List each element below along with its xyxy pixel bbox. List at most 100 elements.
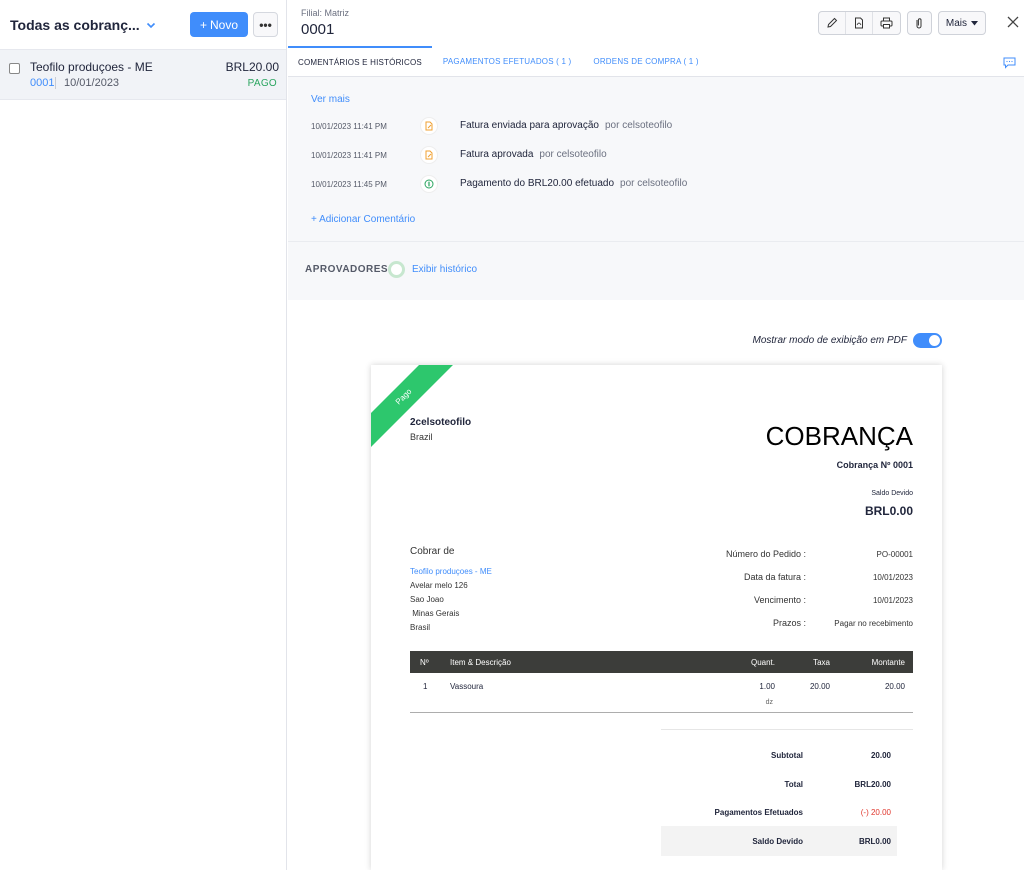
- item-number: 1: [423, 682, 428, 691]
- printer-icon: [880, 17, 893, 29]
- close-button[interactable]: [1004, 13, 1022, 31]
- total-value: BRL20.00: [854, 780, 891, 789]
- column-header: Montante: [871, 658, 905, 667]
- approvers-label: APROVADORES:: [305, 264, 392, 275]
- approvers-section: APROVADORES: Exibir histórico: [288, 242, 1024, 300]
- app-root: Todas as cobranç... + Novo ••• Teofilo p…: [0, 0, 1024, 870]
- more-options-button[interactable]: •••: [253, 12, 278, 37]
- balance-due-value: BRL0.00: [864, 504, 913, 518]
- ellipsis-icon: •••: [259, 17, 272, 32]
- balance-due-total-label: Saldo Devido: [752, 837, 803, 846]
- plus-icon: +: [199, 17, 207, 32]
- bill-to-label: Cobrar de: [410, 546, 455, 557]
- detail-toolbar: Mais: [817, 11, 986, 35]
- item-rate: 20.00: [809, 682, 830, 691]
- totals-divider: [661, 729, 913, 730]
- address-line: Minas Gerais: [410, 609, 460, 618]
- attachment-button[interactable]: [906, 11, 932, 35]
- add-comment-link[interactable]: + Adicionar Comentário: [311, 214, 415, 225]
- comments-history-section: Ver mais 10/01/2023 11:41 PM Fatura envi…: [288, 77, 1024, 242]
- tab-purchase-orders[interactable]: ORDENS DE COMPRA ( 1 ): [582, 46, 709, 76]
- order-number-label: Número do Pedido :: [725, 549, 806, 559]
- close-icon: [1007, 16, 1019, 28]
- history-text: Fatura aprovada por celsoteofilo: [460, 149, 607, 160]
- organization-country: Brazil: [410, 432, 433, 442]
- pdf-mode-switch[interactable]: [913, 333, 942, 348]
- item-unit: dz: [765, 699, 773, 706]
- history-timestamp: 10/01/2023 11:41 PM: [311, 151, 387, 160]
- invoice-amount: BRL20.00: [225, 60, 279, 74]
- history-author: por celsoteofilo: [604, 120, 673, 131]
- row-checkbox[interactable]: [9, 63, 20, 74]
- history-text: Fatura enviada para aprovação por celsote…: [460, 120, 672, 131]
- subtotal-label: Subtotal: [771, 751, 803, 760]
- history-author: por celsoteofilo: [539, 149, 607, 160]
- invoice-date-value: 10/01/2023: [872, 573, 913, 582]
- edit-button[interactable]: [819, 12, 846, 34]
- paperclip-icon: [916, 18, 922, 29]
- item-quantity: 1.00: [759, 682, 775, 691]
- new-invoice-button[interactable]: + Novo: [189, 12, 248, 37]
- terms-value: Pagar no recebimento: [834, 619, 913, 628]
- address-line: Avelar melo 126: [410, 581, 468, 590]
- order-number-value: PO-00001: [876, 550, 913, 559]
- payments-made-value: (-) 20.00: [860, 808, 891, 817]
- due-date-label: Vencimento :: [753, 595, 806, 605]
- view-title: Todas as cobranç...: [10, 16, 140, 33]
- invoice-document: Pago 2celsoteofilo Brazil COBRANÇA Cobra…: [371, 365, 942, 870]
- history-action: Fatura enviada para aprovação: [460, 120, 599, 131]
- pdf-button[interactable]: [846, 12, 873, 34]
- more-menu-label: Mais: [945, 17, 967, 29]
- detail-tabs: COMENTÁRIOS E HISTÓRICOS PAGAMENTOS EFET…: [288, 46, 1024, 77]
- history-timestamp: 10/01/2023 11:41 PM: [311, 122, 387, 131]
- document-number: Cobrança Nº 0001: [836, 460, 913, 470]
- invoice-list-panel: Todas as cobranç... + Novo ••• Teofilo p…: [0, 0, 287, 870]
- comment-panel-toggle[interactable]: [1003, 56, 1016, 69]
- item-amount: 20.00: [884, 682, 905, 691]
- document-title: COBRANÇA: [765, 421, 913, 451]
- history-text: Pagamento do BRL20.00 efetuado por celsot…: [460, 178, 687, 189]
- payments-made-label: Pagamentos Efetuados: [714, 808, 803, 817]
- invoice-date: 10/01/2023: [64, 77, 120, 89]
- history-entry: 10/01/2023 11:41 PM Fatura enviada para …: [311, 117, 811, 137]
- pdf-view-toggle: Mostrar modo de exibição em PDF: [752, 333, 942, 348]
- document-edit-icon: [420, 117, 438, 135]
- page-title: 0001: [301, 21, 335, 38]
- invoice-number-link[interactable]: 0001: [30, 77, 54, 89]
- list-item[interactable]: Teofilo produçoes - ME BRL20.00 0001 10/…: [0, 50, 286, 100]
- money-icon: [420, 175, 438, 193]
- approver-status-icon: [388, 261, 405, 278]
- chevron-down-icon: [146, 20, 156, 30]
- print-button[interactable]: [873, 12, 900, 34]
- document-edit-icon: [420, 146, 438, 164]
- pdf-toggle-label: Mostrar modo de exibição em PDF: [752, 335, 907, 346]
- tab-comments-history[interactable]: COMENTÁRIOS E HISTÓRICOS: [288, 46, 432, 76]
- history-action: Fatura aprovada: [460, 149, 534, 160]
- history-timestamp: 10/01/2023 11:45 PM: [311, 180, 387, 189]
- see-more-link[interactable]: Ver mais: [311, 94, 350, 105]
- pencil-icon: [827, 17, 838, 28]
- more-menu-button[interactable]: Mais: [937, 11, 986, 35]
- organization-name: 2celsoteofilo: [410, 417, 472, 428]
- tab-payments-made[interactable]: PAGAMENTOS EFETUADOS ( 1 ): [432, 46, 582, 76]
- status-badge: PAGO: [247, 78, 277, 89]
- history-entry: 10/01/2023 11:45 PM Pagamento do BRL20.0…: [311, 175, 811, 195]
- caret-down-icon: [971, 20, 978, 25]
- balance-due-total-value: BRL0.00: [858, 837, 891, 846]
- view-history-link[interactable]: Exibir histórico: [412, 264, 477, 275]
- history-author: por celsoteofilo: [620, 178, 688, 189]
- column-header: Taxa: [813, 658, 830, 667]
- invoice-detail-panel: Filial: Matriz 0001 Mais COMENTÁRIOS E H…: [288, 0, 1024, 870]
- terms-label: Prazos :: [772, 618, 806, 628]
- branch-label: Filial: Matriz: [301, 8, 350, 18]
- subtotal-value: 20.00: [870, 751, 891, 760]
- items-table-header: Nº Item & Descrição Quant. Taxa Montante: [410, 651, 913, 673]
- view-selector[interactable]: Todas as cobranç...: [10, 17, 190, 33]
- item-description: Vassoura: [450, 682, 484, 691]
- bill-to-customer-link[interactable]: Teofilo produçoes - ME: [410, 567, 492, 576]
- total-label: Total: [784, 780, 803, 789]
- history-entry: 10/01/2023 11:41 PM Fatura aprovada por c…: [311, 146, 811, 166]
- detail-header: Filial: Matriz 0001 Mais: [288, 0, 1024, 46]
- column-header: Nº: [420, 658, 429, 667]
- invoice-date-label: Data da fatura :: [743, 572, 806, 582]
